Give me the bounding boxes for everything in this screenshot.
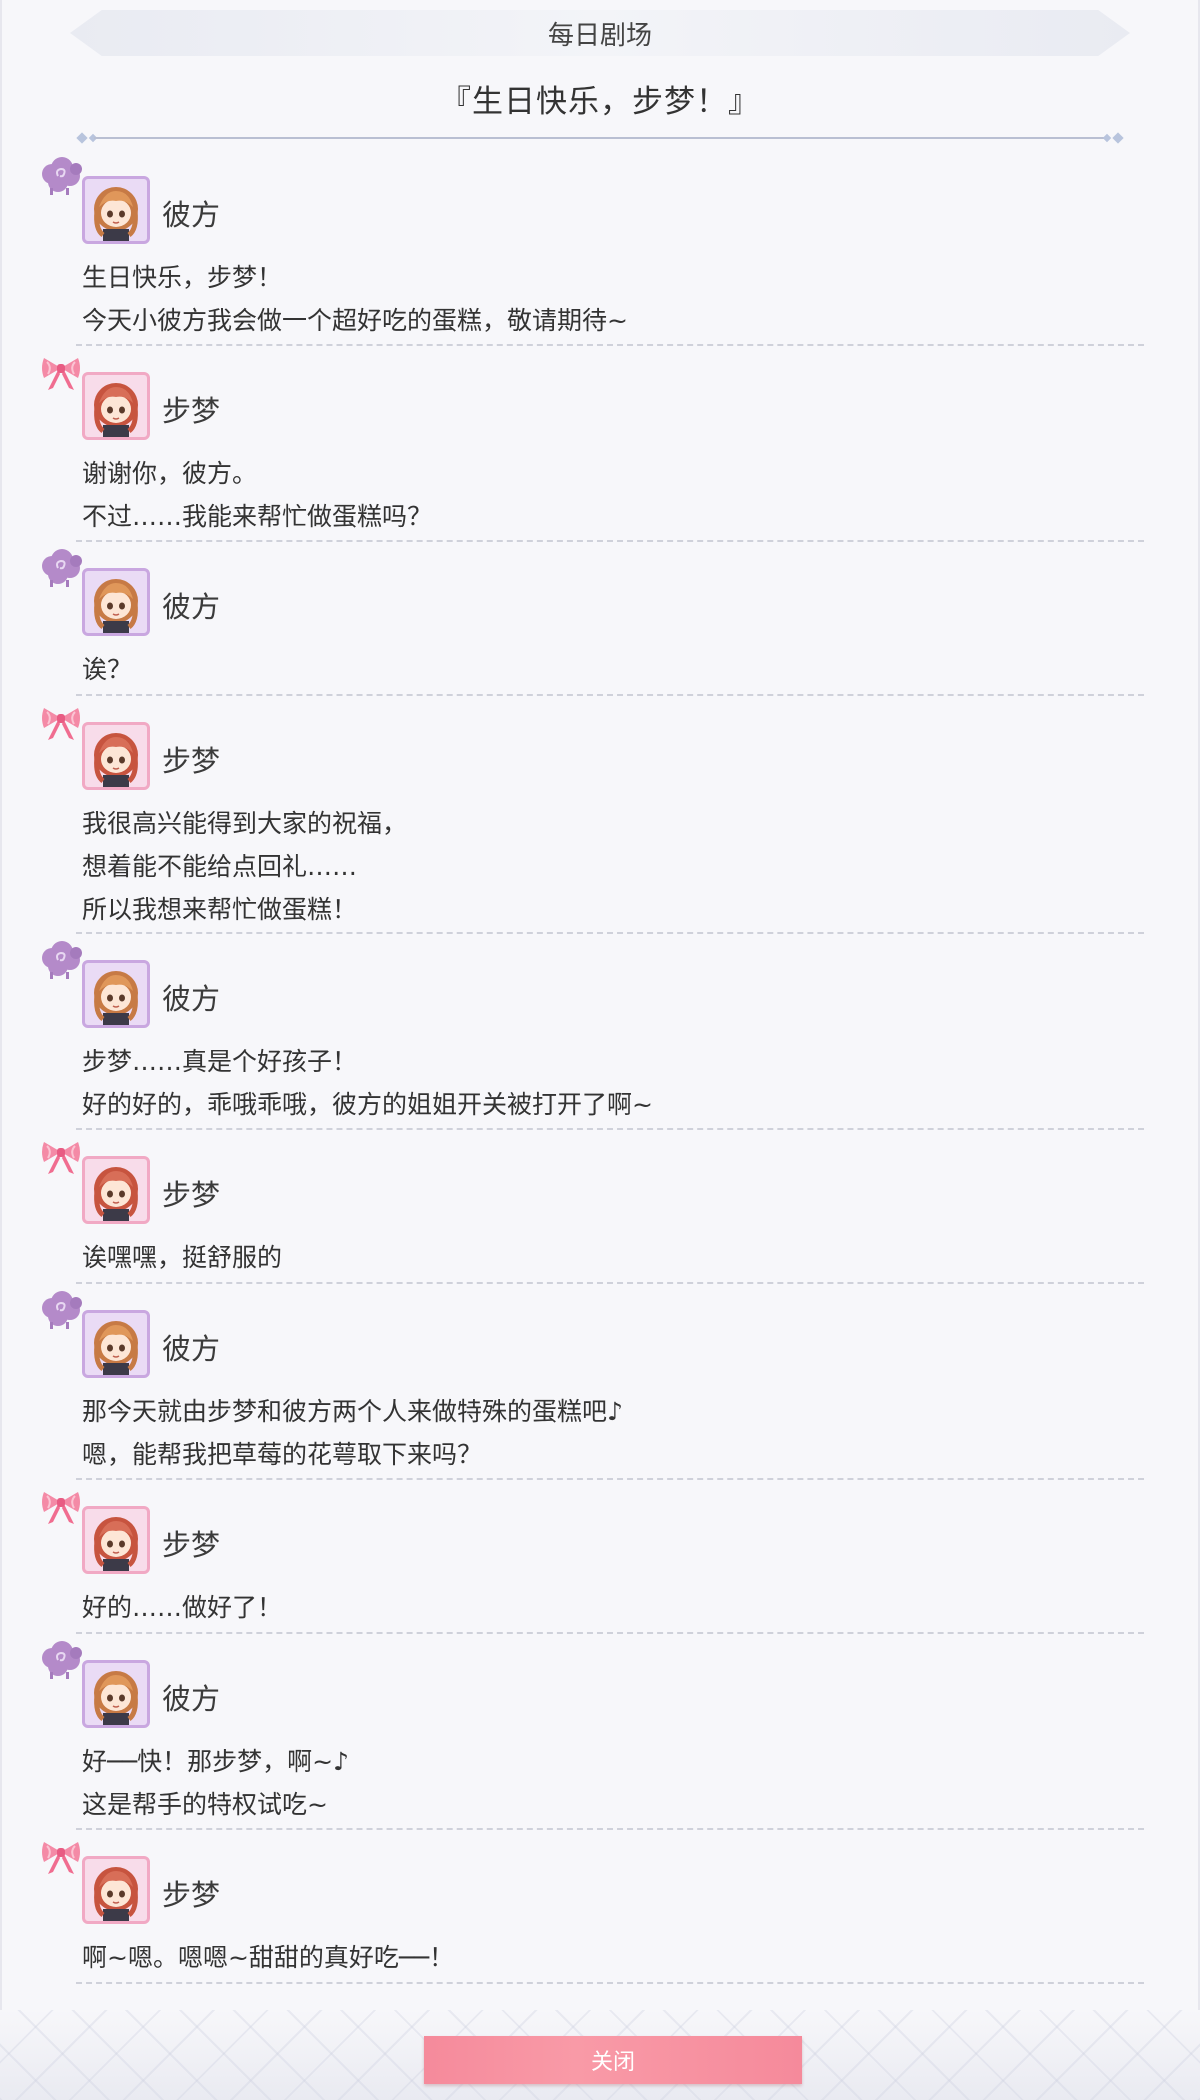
speaker-name: 步梦 (162, 744, 221, 778)
dialog-entry: 彼方那今天就由步梦和彼方两个人来做特殊的蛋糕吧♪ 嗯，能帮我把草莓的花萼取下来吗？ (42, 1284, 1144, 1480)
divider-diamond-icon (1102, 133, 1112, 143)
dialog-line: 这是帮手的特权试吃~ (82, 1790, 328, 1819)
ribbon-bow-icon (38, 1834, 84, 1878)
dialog-line: 好的……做好了！ (82, 1593, 283, 1622)
dialog-line: 生日快乐，步梦！ (82, 263, 283, 292)
character-avatar (82, 1156, 150, 1224)
character-avatar (82, 1310, 150, 1378)
speaker-name: 彼方 (162, 590, 221, 624)
dialog-lines: 生日快乐，步梦！ 今天小彼方我会做一个超好吃的蛋糕，敬请期待~ (82, 256, 628, 342)
divider-diamond-icon (1112, 132, 1124, 144)
dialog-line: 啊~嗯。嗯嗯~甜甜的真好吃──！ (82, 1943, 454, 1972)
speaker-name: 彼方 (162, 198, 221, 232)
title-divider (76, 132, 1124, 144)
character-avatar (82, 722, 150, 790)
dialog-lines: 诶嘿嘿，挺舒服的 (82, 1236, 282, 1279)
dialog-line: 不过……我能来帮忙做蛋糕吗？ (82, 502, 433, 531)
character-avatar (82, 1856, 150, 1924)
dialog-line: 嗯，能帮我把草莓的花萼取下来吗？ (82, 1440, 483, 1469)
dialog-line: 诶嘿嘿，挺舒服的 (82, 1243, 283, 1272)
character-avatar (82, 1660, 150, 1728)
dialog-line: 我很高兴能得到大家的祝福， (82, 809, 408, 838)
dialog-lines: 啊~嗯。嗯嗯~甜甜的真好吃──！ (82, 1936, 454, 1979)
dialog-lines: 谢谢你，彼方。不过……我能来帮忙做蛋糕吗？ (82, 452, 432, 538)
dialog-entry: 步梦好的……做好了！ (42, 1480, 1144, 1634)
header-banner: 每日剧场 (70, 10, 1130, 56)
dialog-lines: 好──快！那步梦，啊~♪ 这是帮手的特权试吃~ (82, 1740, 349, 1826)
close-button[interactable]: 关闭 (424, 2036, 802, 2084)
sheep-icon (38, 1638, 84, 1682)
dialog-entry: 彼方生日快乐，步梦！ 今天小彼方我会做一个超好吃的蛋糕，敬请期待~ (42, 150, 1144, 346)
sheep-icon (38, 546, 84, 590)
ribbon-bow-icon (38, 1484, 84, 1528)
speaker-name: 步梦 (162, 394, 221, 428)
sheep-icon (38, 154, 84, 198)
character-avatar (82, 176, 150, 244)
speaker-name: 彼方 (162, 1682, 221, 1716)
dialog-line: 好的好的，乖哦乖哦，彼方的姐姐开关被打开了啊~ (82, 1090, 653, 1119)
dialog-entry: 步梦谢谢你，彼方。不过……我能来帮忙做蛋糕吗？ (42, 346, 1144, 542)
character-avatar (82, 960, 150, 1028)
story-title: 『生日快乐，步梦！』 (440, 84, 760, 120)
speaker-name: 彼方 (162, 982, 221, 1016)
dialog-lines: 那今天就由步梦和彼方两个人来做特殊的蛋糕吧♪ 嗯，能帮我把草莓的花萼取下来吗？ (82, 1390, 623, 1476)
dialog-lines: 步梦……真是个好孩子！ 好的好的，乖哦乖哦，彼方的姐姐开关被打开了啊~ (82, 1040, 653, 1126)
dialog-lines: 诶？ (82, 648, 132, 691)
sheep-icon (38, 1288, 84, 1332)
dialog-line: 诶？ (82, 655, 133, 684)
dialog-entry: 彼方好──快！那步梦，啊~♪ 这是帮手的特权试吃~ (42, 1634, 1144, 1830)
dialog-list[interactable]: 彼方 生日快乐，步梦！ 今天小彼方我会做一个超好吃的蛋糕，敬请期待~ 步梦 谢谢你，彼… (0, 150, 1200, 1984)
sheep-icon (38, 938, 84, 982)
speaker-name: 步梦 (162, 1528, 221, 1562)
dialog-lines: 好的……做好了！ (82, 1586, 282, 1629)
dialog-entry: 步梦啊~嗯。嗯嗯~甜甜的真好吃──！ (42, 1830, 1144, 1984)
dialog-entry: 彼方诶？ (42, 542, 1144, 696)
dialog-line: 步梦……真是个好孩子！ (82, 1047, 358, 1076)
character-avatar (82, 1506, 150, 1574)
ribbon-bow-icon (38, 1134, 84, 1178)
character-avatar (82, 568, 150, 636)
dialog-lines: 我很高兴能得到大家的祝福， 想着能不能给点回礼…… 所以我想来帮忙做蛋糕！ (82, 802, 407, 931)
dialog-line: 想着能不能给点回礼…… (82, 852, 358, 881)
ribbon-bow-icon (38, 700, 84, 744)
dialog-line: 所以我想来帮忙做蛋糕！ (82, 895, 358, 924)
dialog-entry: 步梦诶嘿嘿，挺舒服的 (42, 1130, 1144, 1284)
ribbon-bow-icon (38, 350, 84, 394)
dialog-entry: 彼方步梦……真是个好孩子！ 好的好的，乖哦乖哦，彼方的姐姐开关被打开了啊~ (42, 934, 1144, 1130)
dialog-line: 那今天就由步梦和彼方两个人来做特殊的蛋糕吧♪ (82, 1397, 623, 1426)
character-avatar (82, 372, 150, 440)
dialog-line: 谢谢你，彼方。 (82, 459, 258, 488)
dialog-line: 今天小彼方我会做一个超好吃的蛋糕，敬请期待~ (82, 306, 628, 335)
speaker-name: 步梦 (162, 1878, 221, 1912)
header-title: 每日剧场 (547, 20, 652, 51)
dialog-line: 好──快！那步梦，啊~♪ (82, 1747, 350, 1776)
divider-diamond-icon (76, 132, 88, 144)
speaker-name: 彼方 (162, 1332, 221, 1366)
speaker-name: 步梦 (162, 1178, 221, 1212)
dialog-entry: 步梦我很高兴能得到大家的祝福， 想着能不能给点回礼…… 所以我想来帮忙做蛋糕！ (42, 696, 1144, 934)
